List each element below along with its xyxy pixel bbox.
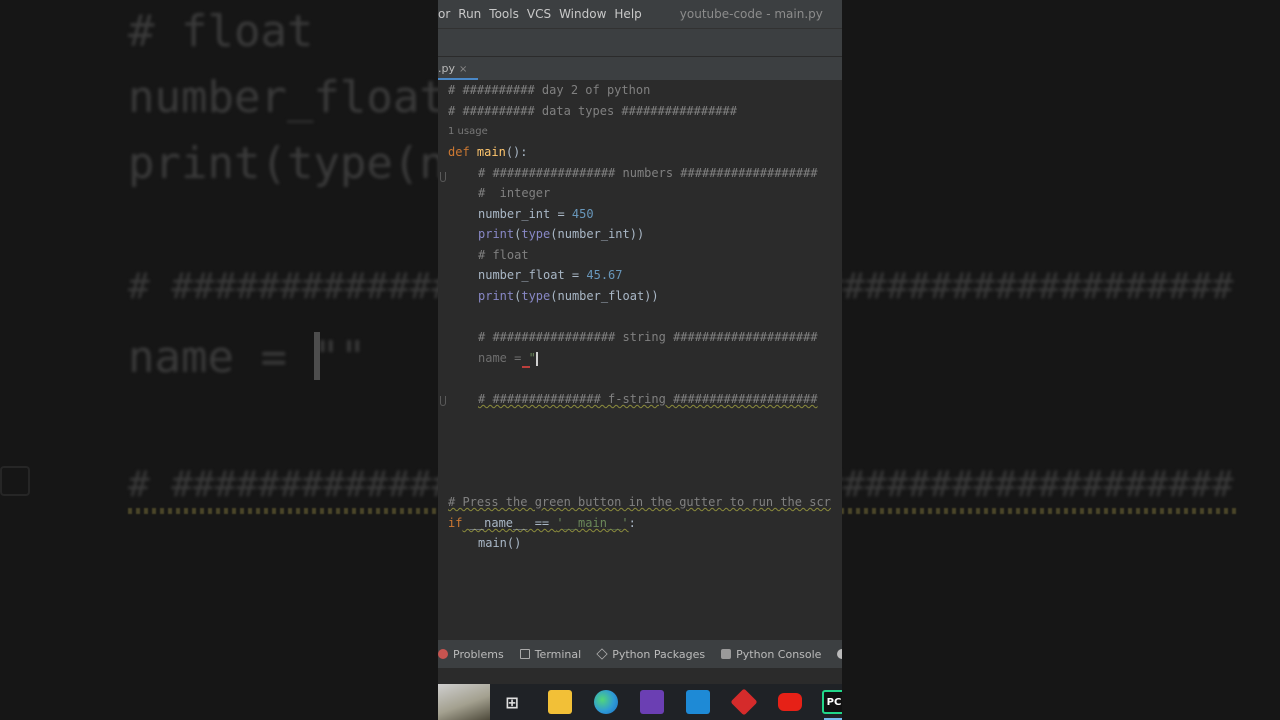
number-float-assign: number_float =	[478, 268, 587, 282]
tab-main-py[interactable]: .py ×	[438, 57, 478, 81]
string-quote: "	[528, 351, 536, 365]
error-icon	[438, 649, 448, 659]
desktop-thumbnail[interactable]	[438, 684, 490, 720]
error-marker	[522, 366, 530, 368]
builtin-type: type	[521, 227, 551, 241]
fold-icon[interactable]	[440, 396, 446, 406]
editor-tabbar: .py ×	[438, 56, 842, 81]
problems-tab[interactable]: Problems	[438, 648, 504, 661]
code-line-name: name = "	[478, 350, 538, 366]
keyword-def: def	[448, 145, 470, 159]
bg-line-3: print(type(nu	[128, 138, 473, 189]
code-line-def: def main():	[448, 144, 528, 160]
file-explorer-icon[interactable]	[548, 690, 572, 714]
dunder-name: __name__ ==	[462, 516, 557, 530]
code-line-number-float: number_float = 45.67	[478, 267, 623, 283]
main-string: '__main__'	[556, 516, 629, 530]
ruby-app-icon[interactable]	[730, 688, 758, 716]
code-line-main-call: main()	[478, 536, 522, 550]
builtin-print: print	[478, 289, 515, 303]
code-line-fstring-comment: # ############### f-string #############…	[478, 392, 818, 406]
code-line-2: # ########## data types ################	[448, 104, 737, 118]
number-int-value: 450	[571, 207, 594, 221]
python-console-tab[interactable]: Python Console	[721, 648, 821, 661]
code-line-float-comment: # float	[478, 248, 529, 262]
keyword-if: if	[448, 516, 463, 530]
colon: :	[628, 516, 636, 530]
builtin-type: type	[521, 289, 551, 303]
pycharm-icon[interactable]: PC	[822, 690, 842, 714]
def-params: ():	[505, 145, 528, 159]
bg-line-2: number_float	[128, 72, 446, 123]
task-view-icon[interactable]: ⊞	[500, 690, 524, 714]
function-name: main	[476, 145, 506, 159]
services-tab[interactable]	[837, 649, 842, 659]
ide-window: or Run Tools VCS Window Help youtube-cod…	[438, 0, 842, 720]
python-packages-label: Python Packages	[612, 647, 706, 661]
print-float-args: (number_float))	[550, 289, 659, 303]
terminal-icon	[519, 649, 530, 659]
fold-icon[interactable]	[440, 172, 446, 182]
problems-label: Problems	[453, 647, 504, 661]
pycharm-label: PC	[826, 696, 842, 708]
menu-item-tools[interactable]: Tools	[489, 7, 519, 21]
package-icon	[596, 648, 608, 660]
menu-item-vcs[interactable]: VCS	[527, 7, 551, 21]
number-float-value: 45.67	[586, 268, 623, 282]
tab-label: .py	[438, 62, 455, 75]
python-console-label: Python Console	[736, 647, 822, 661]
code-line-print-int: print(type(number_int))	[478, 226, 644, 242]
python-console-icon	[721, 649, 732, 659]
play-icon	[837, 649, 842, 659]
code-line-string-comment: # ################# string #############…	[478, 330, 818, 344]
bg-cursor	[314, 332, 320, 380]
edge-icon[interactable]	[594, 690, 618, 714]
builtin-print: print	[478, 227, 515, 241]
code-line-number-int: number_int = 450	[478, 206, 594, 222]
number-int-assign: number_int =	[478, 207, 572, 221]
terminal-tab[interactable]: Terminal	[519, 647, 582, 661]
text-caret	[535, 351, 538, 366]
tool-window-bar: Problems Terminal Python Packages Python…	[438, 640, 842, 668]
print-int-args: (number_int))	[550, 227, 645, 241]
menu-item-run[interactable]: Run	[458, 7, 481, 21]
bg-icon	[0, 466, 30, 496]
python-packages-tab[interactable]: Python Packages	[596, 647, 706, 661]
code-editor[interactable]: # ########## day 2 of python # #########…	[438, 80, 842, 620]
code-line-print-float: print(type(number_float))	[478, 288, 659, 304]
code-line-numbers-comment: # ################# numbers ############…	[478, 166, 818, 180]
close-icon[interactable]: ×	[459, 64, 467, 75]
menu-item-window[interactable]: Window	[559, 7, 606, 21]
taskbar: ⊞ PC	[438, 684, 842, 720]
code-line-if-main: if __name__ == '__main__':	[448, 515, 636, 531]
vscode-icon[interactable]	[686, 690, 710, 714]
bg-line-5: name = ""	[128, 332, 367, 383]
terminal-label: Terminal	[534, 647, 582, 661]
menu-item-editor[interactable]: or	[438, 7, 450, 21]
code-line-press-comment: # Press the green button in the gutter t…	[448, 495, 831, 509]
code-line-1: # ########## day 2 of python	[448, 83, 651, 97]
usage-hint[interactable]: 1 usage	[448, 126, 488, 137]
name-assign: name =	[478, 351, 529, 365]
code-line-integer-comment: # integer	[478, 186, 551, 200]
menu-item-help[interactable]: Help	[614, 7, 641, 21]
menubar: or Run Tools VCS Window Help youtube-cod…	[438, 0, 842, 28]
visual-studio-icon[interactable]	[640, 690, 664, 714]
toolbar	[438, 28, 842, 56]
window-title: youtube-code - main.py	[679, 7, 823, 21]
bg-line-1: # float	[128, 6, 314, 57]
youtube-icon[interactable]	[778, 693, 802, 711]
